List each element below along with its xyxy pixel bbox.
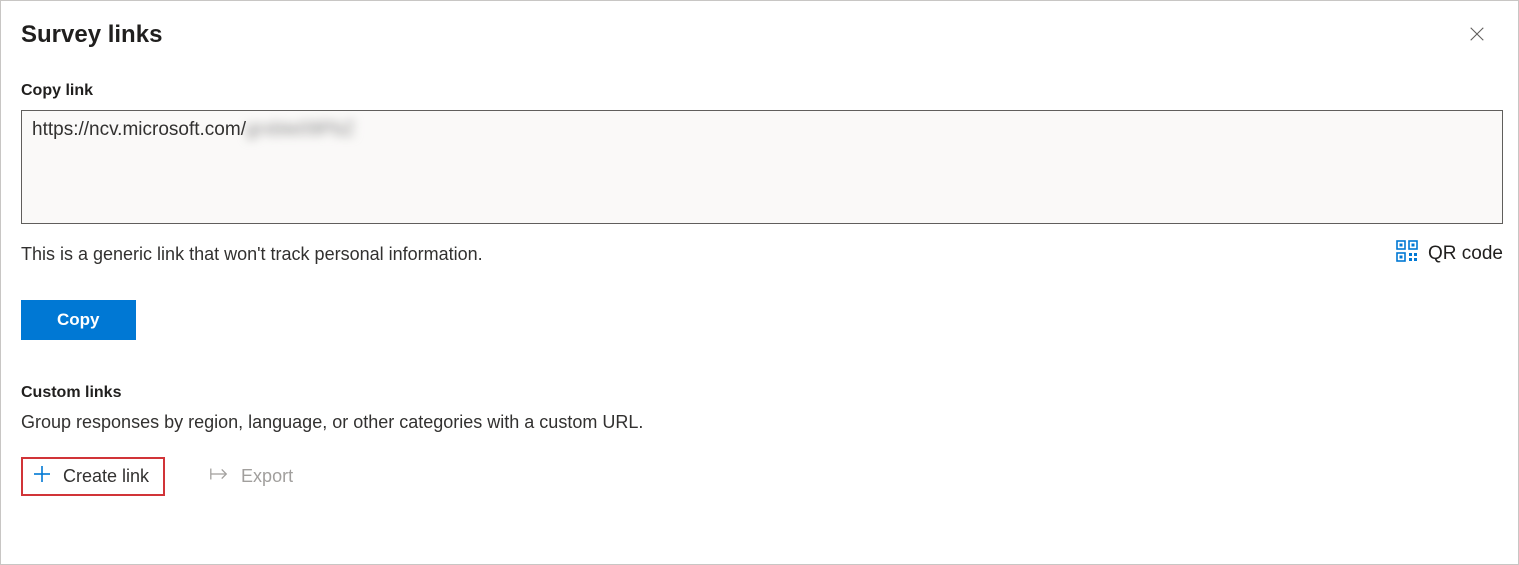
qr-code-button[interactable]: QR code <box>1396 240 1503 268</box>
copy-button[interactable]: Copy <box>21 300 136 340</box>
survey-links-panel: Survey links Copy link https://ncv.micro… <box>0 0 1519 565</box>
custom-links-label: Custom links <box>21 384 1498 402</box>
create-link-label: Create link <box>63 466 149 487</box>
export-label: Export <box>241 466 293 487</box>
create-link-button[interactable]: Create link <box>21 457 165 496</box>
export-button: Export <box>209 466 293 487</box>
close-button[interactable] <box>1462 19 1492 54</box>
panel-title: Survey links <box>21 21 162 49</box>
qr-code-icon <box>1396 240 1418 268</box>
copy-link-helper: This is a generic link that won't track … <box>21 244 483 265</box>
custom-links-actions: Create link Export <box>21 457 1498 496</box>
close-icon <box>1468 30 1486 47</box>
copy-link-url-visible: https://ncv.microsoft.com/ <box>32 119 246 140</box>
custom-links-description: Group responses by region, language, or … <box>21 412 1498 433</box>
export-icon <box>209 466 229 487</box>
panel-header: Survey links <box>21 21 1498 54</box>
copy-link-label: Copy link <box>21 82 1498 100</box>
copy-link-field[interactable]: https://ncv.microsoft.com/grxbte09PbZ <box>21 110 1503 224</box>
copy-link-url-redacted: grxbte09PbZ <box>246 119 355 140</box>
helper-row: This is a generic link that won't track … <box>21 240 1503 268</box>
qr-code-label: QR code <box>1428 243 1503 265</box>
plus-icon <box>33 465 51 488</box>
